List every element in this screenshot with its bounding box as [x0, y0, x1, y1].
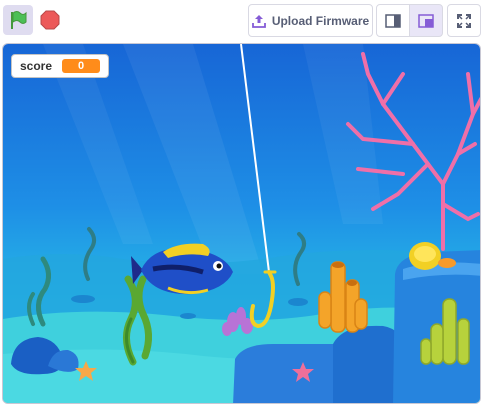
stop-sign-icon [40, 10, 60, 30]
small-stage-icon [385, 13, 401, 28]
green-flag-button[interactable] [3, 5, 33, 35]
score-monitor-value: 0 [62, 59, 101, 73]
stage-toolbar: Upload Firmware [0, 0, 483, 44]
underwater-backdrop [3, 44, 480, 403]
upload-icon [251, 14, 266, 28]
small-stage-button[interactable] [376, 4, 410, 37]
green-flag-icon [11, 11, 27, 29]
upload-firmware-button[interactable]: Upload Firmware [248, 4, 373, 37]
stage-canvas[interactable]: score 0 [2, 43, 481, 404]
fullscreen-icon [457, 13, 471, 28]
large-stage-button[interactable] [409, 4, 443, 37]
stop-button[interactable] [35, 5, 65, 35]
fullscreen-button[interactable] [447, 4, 481, 37]
large-stage-icon [418, 13, 434, 28]
score-monitor-label: score [20, 59, 53, 73]
upload-firmware-label: Upload Firmware [271, 13, 370, 28]
score-monitor: score 0 [11, 54, 110, 78]
